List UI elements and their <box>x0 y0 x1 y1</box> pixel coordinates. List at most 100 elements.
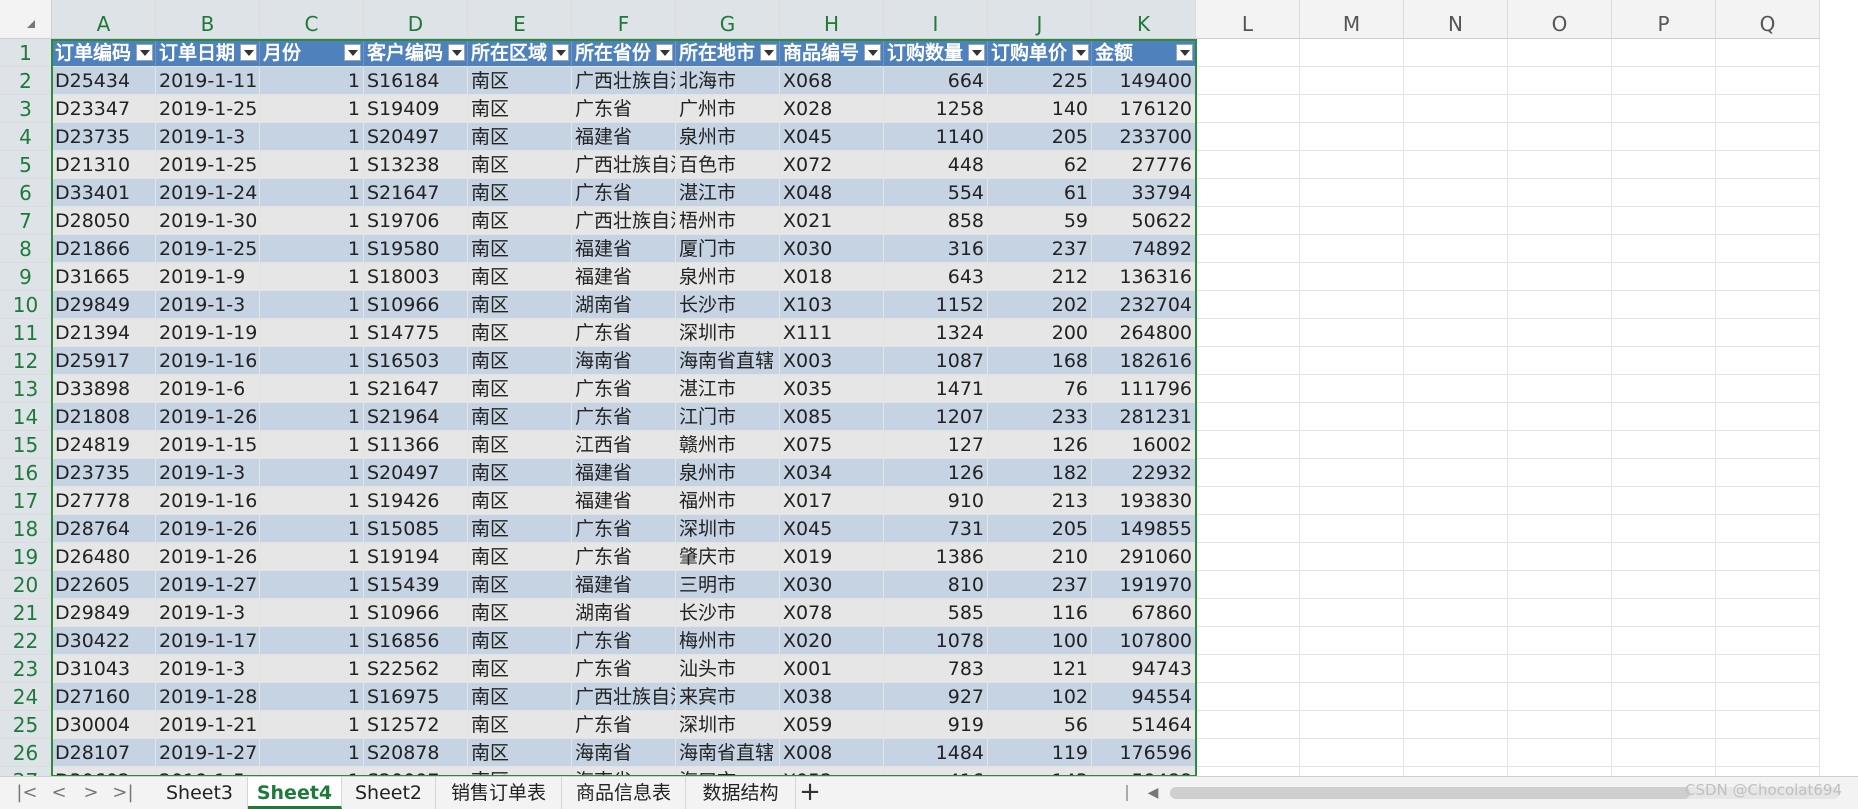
table-cell[interactable]: X068 <box>780 67 884 95</box>
column-header-b[interactable]: B <box>156 0 260 39</box>
table-cell[interactable]: 福建省 <box>572 123 676 151</box>
table-cell[interactable]: 127 <box>884 431 988 459</box>
table-cell[interactable]: 191970 <box>1092 571 1196 599</box>
empty-cell[interactable] <box>1404 235 1508 263</box>
table-cell[interactable]: 南区 <box>468 375 572 403</box>
column-header-g[interactable]: G <box>676 0 780 39</box>
empty-cell[interactable] <box>1716 627 1820 655</box>
table-cell[interactable]: D23735 <box>52 459 156 487</box>
table-cell[interactable]: D30422 <box>52 627 156 655</box>
table-cell[interactable]: X048 <box>780 179 884 207</box>
empty-cell[interactable] <box>1612 431 1716 459</box>
table-cell[interactable]: 2019-1-27 <box>156 571 260 599</box>
table-cell[interactable]: 121 <box>988 655 1092 683</box>
empty-cell[interactable] <box>1196 39 1300 67</box>
empty-cell[interactable] <box>1716 207 1820 235</box>
row-header-4[interactable]: 4 <box>0 123 52 151</box>
empty-cell[interactable] <box>1404 319 1508 347</box>
column-header-k[interactable]: K <box>1092 0 1196 39</box>
empty-cell[interactable] <box>1612 403 1716 431</box>
table-cell[interactable]: 1 <box>260 767 364 776</box>
table-cell[interactable]: X008 <box>780 739 884 767</box>
empty-cell[interactable] <box>1300 767 1404 776</box>
table-cell[interactable]: D28107 <box>52 739 156 767</box>
table-cell[interactable]: X021 <box>780 207 884 235</box>
first-sheet-nav-icon[interactable]: |< <box>14 781 40 805</box>
table-cell[interactable]: 福州市 <box>676 487 780 515</box>
empty-cell[interactable] <box>1508 291 1612 319</box>
table-cell[interactable]: S19580 <box>364 235 468 263</box>
table-cell[interactable]: 232704 <box>1092 291 1196 319</box>
scroll-left-icon[interactable]: ◀ <box>1143 781 1163 805</box>
spreadsheet-grid[interactable]: A B C D E F G H I J K L M N O P Q 1 2 3 4 5 6 7 8 9 10 11 12 13 14 15 16… <box>0 0 1858 776</box>
table-cell[interactable]: 210 <box>988 543 1092 571</box>
table-header-cell[interactable]: 订购数量 <box>884 39 988 67</box>
empty-cell[interactable] <box>1716 375 1820 403</box>
empty-cell[interactable] <box>1612 515 1716 543</box>
empty-cell[interactable] <box>1716 123 1820 151</box>
next-sheet-nav-icon[interactable]: > <box>78 781 104 805</box>
table-cell[interactable]: 江西省 <box>572 431 676 459</box>
sheet-tab[interactable]: Sheet4 <box>248 777 342 809</box>
table-cell[interactable]: 1 <box>260 599 364 627</box>
table-header-cell[interactable]: 金额 <box>1092 39 1196 67</box>
row-header-18[interactable]: 18 <box>0 515 52 543</box>
table-cell[interactable]: 1471 <box>884 375 988 403</box>
row-header-26[interactable]: 26 <box>0 739 52 767</box>
table-cell[interactable]: S16184 <box>364 67 468 95</box>
table-cell[interactable]: 2019-1-3 <box>156 123 260 151</box>
row-header-22[interactable]: 22 <box>0 627 52 655</box>
empty-cell[interactable] <box>1196 599 1300 627</box>
empty-cell[interactable] <box>1508 263 1612 291</box>
table-cell[interactable]: D21808 <box>52 403 156 431</box>
table-cell[interactable]: 南区 <box>468 291 572 319</box>
table-cell[interactable]: 海南省 <box>572 347 676 375</box>
empty-cell[interactable] <box>1300 67 1404 95</box>
table-cell[interactable]: 南区 <box>468 571 572 599</box>
table-cell[interactable]: 广东省 <box>572 655 676 683</box>
empty-cell[interactable] <box>1716 683 1820 711</box>
prev-sheet-nav-icon[interactable]: < <box>46 781 72 805</box>
empty-cell[interactable] <box>1404 543 1508 571</box>
table-cell[interactable]: 2019-1-16 <box>156 347 260 375</box>
table-cell[interactable]: 149400 <box>1092 67 1196 95</box>
empty-cell[interactable] <box>1196 347 1300 375</box>
table-cell[interactable]: 海口市 <box>676 767 780 776</box>
empty-cell[interactable] <box>1196 431 1300 459</box>
table-cell[interactable]: 16002 <box>1092 431 1196 459</box>
row-header-10[interactable]: 10 <box>0 291 52 319</box>
table-header-cell[interactable]: 月份 <box>260 39 364 67</box>
table-cell[interactable]: 广东省 <box>572 375 676 403</box>
empty-cell[interactable] <box>1612 543 1716 571</box>
empty-cell[interactable] <box>1300 655 1404 683</box>
table-cell[interactable]: D29849 <box>52 599 156 627</box>
table-cell[interactable]: 广东省 <box>572 179 676 207</box>
table-cell[interactable]: X020 <box>780 627 884 655</box>
table-cell[interactable]: X030 <box>780 571 884 599</box>
table-cell[interactable]: 广州市 <box>676 95 780 123</box>
column-header-p[interactable]: P <box>1612 0 1716 39</box>
table-cell[interactable]: 1 <box>260 543 364 571</box>
table-cell[interactable]: 59488 <box>1092 767 1196 776</box>
empty-cell[interactable] <box>1508 655 1612 683</box>
table-cell[interactable]: 南区 <box>468 655 572 683</box>
empty-cell[interactable] <box>1508 375 1612 403</box>
table-cell[interactable]: 1 <box>260 375 364 403</box>
empty-cell[interactable] <box>1612 487 1716 515</box>
table-cell[interactable]: 南区 <box>468 179 572 207</box>
sheet-tab[interactable]: Sheet2 <box>342 777 436 809</box>
table-cell[interactable]: 205 <box>988 515 1092 543</box>
empty-cell[interactable] <box>1300 123 1404 151</box>
empty-cell[interactable] <box>1404 39 1508 67</box>
column-header-l[interactable]: L <box>1196 0 1300 39</box>
table-cell[interactable]: 416 <box>884 767 988 776</box>
table-cell[interactable]: S11366 <box>364 431 468 459</box>
table-cell[interactable]: 2019-1-3 <box>156 291 260 319</box>
table-cell[interactable]: 2019-1-25 <box>156 95 260 123</box>
table-cell[interactable]: D21394 <box>52 319 156 347</box>
table-cell[interactable]: 南区 <box>468 347 572 375</box>
table-cell[interactable]: 2019-1-5 <box>156 767 260 776</box>
table-cell[interactable]: 111796 <box>1092 375 1196 403</box>
empty-cell[interactable] <box>1196 179 1300 207</box>
empty-cell[interactable] <box>1300 515 1404 543</box>
